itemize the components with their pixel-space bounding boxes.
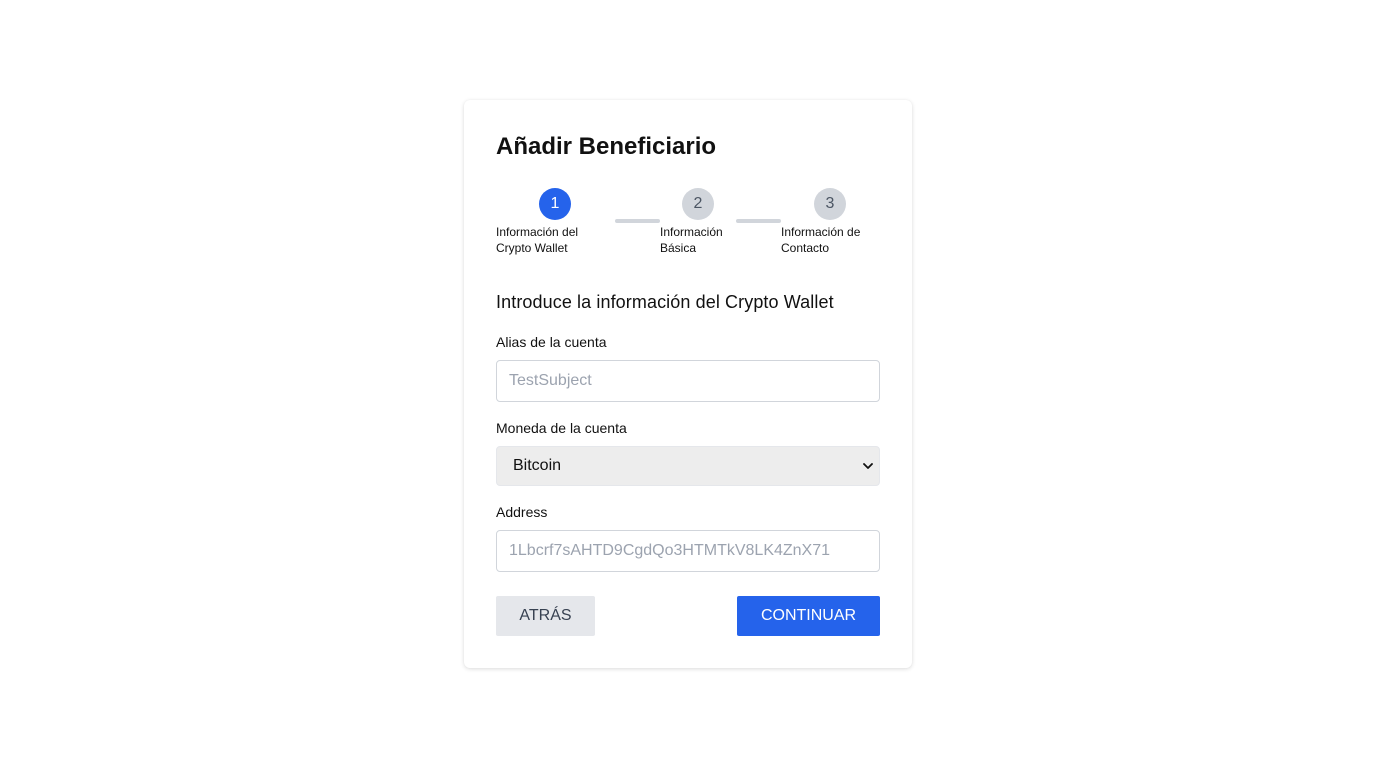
step-2-label: Información Básica — [660, 225, 723, 255]
form-heading: Introduce la información del Crypto Wall… — [496, 292, 834, 312]
step-1-label: Información del Crypto Wallet — [496, 225, 579, 255]
step-connector-1 — [615, 219, 660, 223]
step-2-circle: 2 — [682, 188, 714, 220]
continue-button[interactable]: CONTINUAR — [737, 596, 880, 636]
address-input[interactable] — [496, 530, 880, 572]
currency-select-value: Bitcoin — [513, 457, 562, 474]
alias-label: Alias de la cuenta — [496, 334, 607, 350]
chevron-down-icon — [863, 463, 873, 469]
currency-select[interactable]: Bitcoin — [496, 446, 880, 486]
currency-label: Moneda de la cuenta — [496, 420, 627, 436]
back-button[interactable]: ATRÁS — [496, 596, 595, 636]
step-3-circle: 3 — [814, 188, 846, 220]
add-beneficiary-card: Añadir Beneficiario 1 Información del Cr… — [464, 100, 912, 668]
step-3-label: Información de Contacto — [781, 225, 861, 255]
dialog-title: Añadir Beneficiario — [496, 133, 717, 160]
address-label: Address — [496, 504, 548, 520]
step-connector-2 — [736, 219, 781, 223]
alias-input[interactable] — [496, 360, 880, 402]
stepper: 1 Información del Crypto Wallet 2 Inform… — [496, 188, 880, 260]
step-1-circle: 1 — [539, 188, 571, 220]
